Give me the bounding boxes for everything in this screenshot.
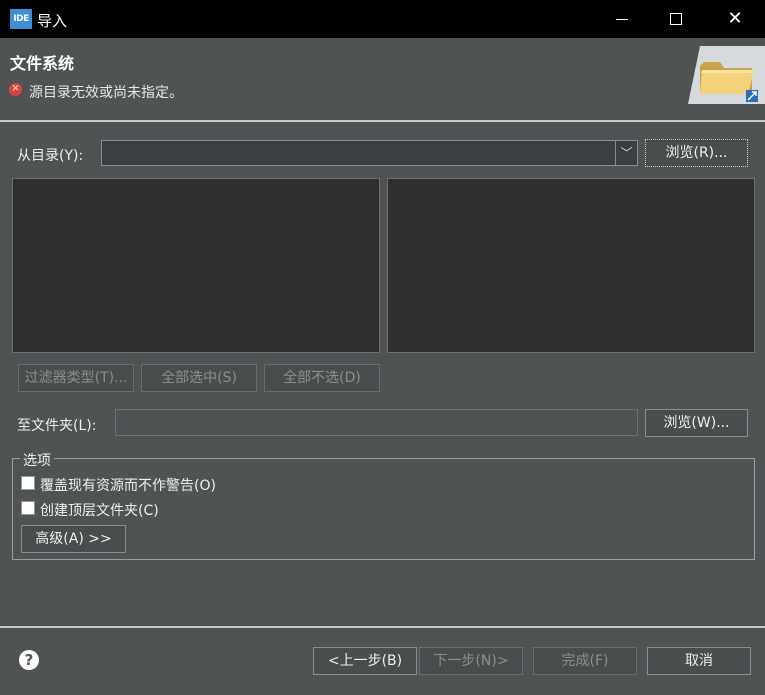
app-logo-icon: IDE — [10, 9, 32, 29]
minimize-icon — [616, 19, 628, 20]
footer-separator — [0, 626, 765, 628]
source-directory-label: 从目录(Y): — [17, 148, 84, 164]
source-directory-combo[interactable]: ﹀ — [101, 140, 638, 166]
target-folder-field[interactable] — [115, 409, 638, 436]
error-message: 源目录无效或尚未指定。 — [29, 85, 183, 101]
finish-button[interactable]: 完成(F) — [533, 647, 637, 675]
help-icon[interactable]: ? — [19, 650, 39, 670]
back-button[interactable]: <上一步(B) — [313, 647, 417, 675]
browse-target-button[interactable]: 浏览(W)... — [645, 409, 748, 437]
folder-tree-pane[interactable] — [12, 178, 380, 353]
maximize-button[interactable] — [653, 0, 699, 38]
maximize-icon — [670, 13, 682, 25]
target-folder-label: 至文件夹(L): — [17, 418, 97, 434]
close-button[interactable]: ✕ — [712, 0, 758, 38]
cancel-button[interactable]: 取消 — [647, 647, 751, 675]
select-all-button[interactable]: 全部选中(S) — [141, 364, 257, 392]
error-icon: ✕ — [9, 83, 22, 96]
title-bar: IDE 导入 ✕ — [0, 0, 765, 38]
chevron-down-icon[interactable]: ﹀ — [615, 141, 637, 165]
wizard-header: 文件系统 ✕ 源目录无效或尚未指定。 — [0, 38, 765, 120]
minimize-button[interactable] — [598, 0, 644, 38]
page-title: 文件系统 — [10, 54, 75, 73]
folder-icon — [688, 46, 765, 104]
create-top-folder-checkbox[interactable] — [21, 501, 35, 515]
file-list-pane[interactable] — [387, 178, 755, 353]
create-top-folder-label[interactable]: 创建顶层文件夹(C) — [40, 500, 159, 520]
browse-source-button[interactable]: 浏览(R)... — [645, 139, 748, 167]
window-title: 导入 — [37, 12, 68, 30]
header-separator — [0, 120, 765, 122]
overwrite-checkbox[interactable] — [21, 476, 35, 490]
advanced-button[interactable]: 高级(A) >> — [21, 525, 126, 553]
overwrite-label[interactable]: 覆盖现有资源而不作警告(O) — [40, 475, 216, 495]
next-button[interactable]: 下一步(N)> — [419, 647, 523, 675]
options-legend: 选项 — [20, 450, 54, 470]
deselect-all-button[interactable]: 全部不选(D) — [264, 364, 380, 392]
close-icon: ✕ — [727, 8, 743, 29]
filter-types-button[interactable]: 过滤器类型(T)... — [18, 364, 134, 392]
